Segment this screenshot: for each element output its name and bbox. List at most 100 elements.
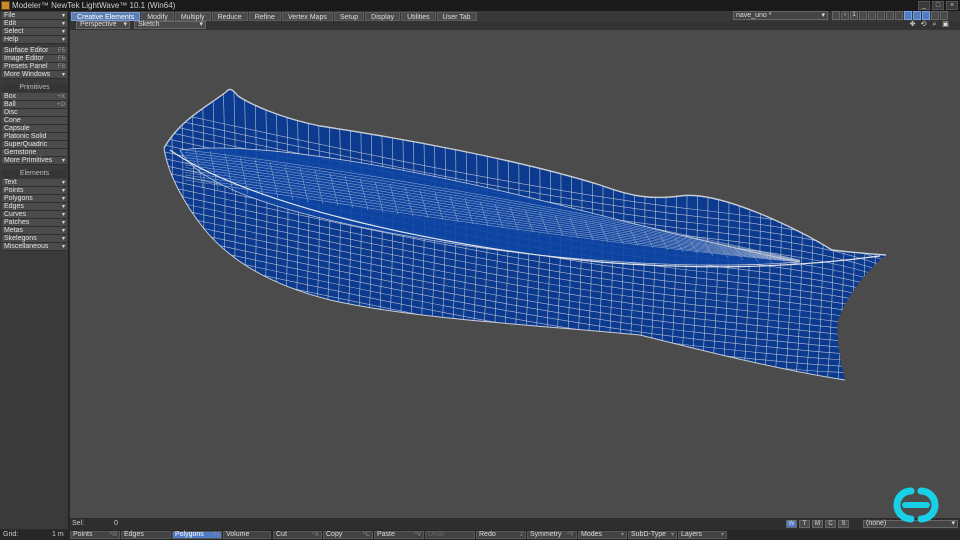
shortcut-key: F5 — [57, 48, 65, 54]
metas-button[interactable]: Metas ▾ — [2, 227, 67, 235]
superquadric-button[interactable]: SuperQuadric — [2, 141, 67, 149]
button-label: Edges — [4, 203, 24, 210]
menu-file[interactable]: File ▾ — [2, 12, 67, 20]
object-select[interactable]: nave_uno * ▾ — [733, 11, 828, 20]
menu-edit[interactable]: Edit ▾ — [2, 20, 67, 28]
tab-creative-elements[interactable]: Creative Elements — [71, 11, 141, 21]
rotate-view-icon[interactable]: ⟲ — [919, 21, 928, 29]
polygons-mode-button[interactable]: Polygons ^H — [172, 531, 222, 539]
close-button[interactable]: × — [946, 1, 958, 10]
layer-button[interactable] — [931, 11, 939, 20]
tab-vertex-maps[interactable]: Vertex Maps — [281, 11, 333, 21]
ball-button[interactable]: Ball +O — [2, 101, 67, 109]
layer-button[interactable] — [877, 11, 885, 20]
layer-button[interactable] — [922, 11, 930, 20]
button-label: Polygons — [4, 195, 33, 202]
surface-editor-button[interactable]: Surface Editor F5 — [2, 47, 67, 55]
chevron-down-icon: ▾ — [61, 13, 65, 19]
mesh-line — [154, 80, 162, 400]
tab-utilities[interactable]: Utilities — [401, 11, 436, 21]
menu-select[interactable]: Select ▾ — [2, 28, 67, 36]
miscellaneous-button[interactable]: Miscellaneous ▾ — [2, 243, 67, 251]
button-label: Copy — [326, 531, 343, 538]
platonic-solid-button[interactable]: Platonic Solid — [2, 133, 67, 141]
button-label: Skelegons — [4, 235, 37, 242]
layer-button[interactable] — [895, 11, 903, 20]
cut-button[interactable]: Cut ^X — [273, 531, 322, 539]
m-button[interactable]: M — [812, 520, 823, 528]
tab-reduce[interactable]: Reduce — [211, 11, 248, 21]
gemstone-button[interactable]: Gemstone — [2, 149, 67, 157]
perspective-viewport[interactable] — [70, 30, 960, 518]
cone-button[interactable]: Cone — [2, 117, 67, 125]
edges-mode-button[interactable]: Edges — [121, 531, 171, 539]
subd-type-button[interactable]: SubD-Type ▾ — [628, 531, 677, 539]
menu-help[interactable]: Help ▾ — [2, 36, 67, 44]
shortcut-key: +X — [57, 94, 65, 100]
redo-button[interactable]: Redo z — [476, 531, 526, 539]
chevron-down-icon: ▾ — [123, 21, 127, 28]
capsule-button[interactable]: Capsule — [2, 125, 67, 133]
t-button[interactable]: T — [799, 520, 810, 528]
view-type-value: Perspective — [80, 21, 117, 28]
chevron-down-icon: ▾ — [951, 520, 955, 527]
zoom-view-icon[interactable]: ⌕ — [930, 21, 939, 29]
layers-button[interactable]: Layers ▾ — [678, 531, 727, 539]
more-windows-button[interactable]: More Windows ▾ — [2, 71, 67, 79]
layer-button[interactable]: ‹ — [841, 11, 849, 20]
layer-button[interactable] — [940, 11, 948, 20]
layer-button[interactable] — [886, 11, 894, 20]
edges-button[interactable]: Edges ▾ — [2, 203, 67, 211]
box-button[interactable]: Box +X — [2, 93, 67, 101]
button-label: Miscellaneous — [4, 243, 49, 250]
tab-setup[interactable]: Setup — [333, 11, 365, 21]
symmetry-button[interactable]: Symmetry ^Y — [527, 531, 577, 539]
tab-user-tab[interactable]: User Tab — [436, 11, 477, 21]
button-label: Surface Editor — [4, 47, 49, 54]
tab-multiply[interactable]: Multiply — [174, 11, 211, 21]
points-button[interactable]: Points ▾ — [2, 187, 67, 195]
tab-modify[interactable]: Modify — [141, 11, 174, 21]
maximize-view-icon[interactable]: ▣ — [941, 21, 950, 29]
paste-button[interactable]: Paste ^V — [374, 531, 424, 539]
disc-button[interactable]: Disc — [2, 109, 67, 117]
layer-button[interactable] — [859, 11, 867, 20]
tab-display[interactable]: Display — [365, 11, 401, 21]
text-button[interactable]: Text ▾ — [2, 179, 67, 187]
button-label: Points — [73, 531, 93, 538]
layer-button[interactable]: 1 — [850, 11, 858, 20]
more-primitives-button[interactable]: More Primitives ▾ — [2, 157, 67, 165]
polygons-button[interactable]: Polygons ▾ — [2, 195, 67, 203]
patches-button[interactable]: Patches ▾ — [2, 219, 67, 227]
minimize-button[interactable]: _ — [918, 1, 930, 10]
layer-button[interactable] — [832, 11, 840, 20]
tab-refine[interactable]: Refine — [248, 11, 281, 21]
view-type-select[interactable]: Perspective ▾ — [76, 21, 130, 29]
c-button[interactable]: C — [825, 520, 836, 528]
menu-label: Edit — [4, 20, 17, 27]
chevron-down-icon: ▾ — [61, 212, 65, 218]
button-label: Symmetry — [530, 531, 562, 538]
copy-button[interactable]: Copy ^C — [323, 531, 373, 539]
skelegons-button[interactable]: Skelegons ▾ — [2, 235, 67, 243]
button-label: Metas — [4, 227, 24, 234]
modes-button[interactable]: Modes ▾ — [578, 531, 627, 539]
layer-button[interactable] — [868, 11, 876, 20]
wireframe-button[interactable]: W — [786, 520, 797, 528]
image-editor-button[interactable]: Image Editor F6 — [2, 55, 67, 63]
chevron-down-icon: ▾ — [61, 188, 65, 194]
chevron-down-icon: ▾ — [61, 244, 65, 250]
move-view-icon[interactable]: ✥ — [908, 21, 917, 29]
layer-button[interactable] — [904, 11, 912, 20]
points-mode-button[interactable]: Points ^G — [70, 531, 120, 539]
undo-button[interactable]: Undo — [425, 531, 475, 539]
presets-panel-button[interactable]: Presets Panel F8 — [2, 63, 67, 71]
s-button[interactable]: S — [838, 520, 849, 528]
curves-button[interactable]: Curves ▾ — [2, 211, 67, 219]
viewport-layout-buttons: W T M C S — [786, 520, 849, 528]
volume-button[interactable]: Volume — [223, 531, 271, 539]
render-mode-select[interactable]: Sketch ▾ — [134, 21, 206, 29]
layer-button[interactable] — [913, 11, 921, 20]
maximize-button[interactable]: □ — [932, 1, 944, 10]
window-title: Modeler™ NewTek LightWave™ 10.1 (Win64) — [12, 1, 176, 10]
